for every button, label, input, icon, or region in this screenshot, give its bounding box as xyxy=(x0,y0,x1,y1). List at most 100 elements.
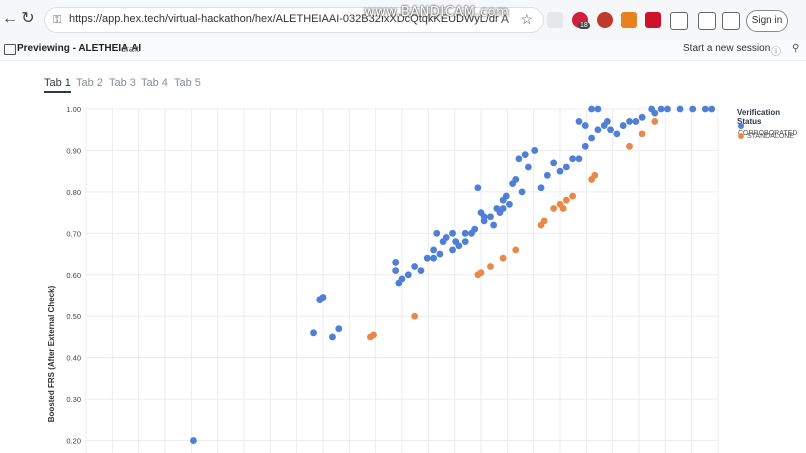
data-point-standalone[interactable] xyxy=(512,246,520,254)
data-point-standalone[interactable] xyxy=(651,118,659,125)
data-point-standalone[interactable] xyxy=(411,312,419,320)
data-point-corroborated[interactable] xyxy=(569,155,577,163)
tab-5[interactable]: Tab 5 xyxy=(174,77,201,89)
data-point-corroborated[interactable] xyxy=(436,250,444,258)
data-point-corroborated[interactable] xyxy=(619,122,627,129)
data-point-corroborated[interactable] xyxy=(607,126,614,134)
data-point-corroborated[interactable] xyxy=(310,329,317,337)
data-point-standalone[interactable] xyxy=(487,263,494,270)
data-point-corroborated[interactable] xyxy=(594,126,602,134)
data-point-corroborated[interactable] xyxy=(449,246,456,254)
data-point-corroborated[interactable] xyxy=(689,105,697,113)
tab-2[interactable]: Tab 2 xyxy=(76,77,103,89)
data-point-corroborated[interactable] xyxy=(701,105,709,113)
data-point-corroborated[interactable] xyxy=(575,118,583,125)
data-point-standalone[interactable] xyxy=(477,269,485,277)
data-point-standalone[interactable] xyxy=(569,192,577,200)
tomato-extension-icon[interactable] xyxy=(597,12,613,28)
data-point-corroborated[interactable] xyxy=(525,163,532,171)
data-point-corroborated[interactable] xyxy=(588,105,595,113)
data-point-corroborated[interactable] xyxy=(430,246,437,254)
site-info-icon[interactable]: ⚿ xyxy=(53,13,67,27)
data-point-corroborated[interactable] xyxy=(537,184,545,192)
data-point-corroborated[interactable] xyxy=(455,242,463,250)
data-point-corroborated[interactable] xyxy=(461,238,469,246)
data-point-corroborated[interactable] xyxy=(404,271,412,279)
data-point-corroborated[interactable] xyxy=(604,118,611,125)
data-point-corroborated[interactable] xyxy=(676,105,684,113)
data-point-standalone[interactable] xyxy=(626,142,633,150)
data-point-corroborated[interactable] xyxy=(449,229,456,237)
data-point-corroborated[interactable] xyxy=(502,192,510,200)
data-point-corroborated[interactable] xyxy=(506,200,513,208)
data-point-corroborated[interactable] xyxy=(613,130,621,138)
data-point-corroborated[interactable] xyxy=(480,213,488,221)
data-point-corroborated[interactable] xyxy=(430,254,437,262)
data-point-corroborated[interactable] xyxy=(626,118,633,125)
new-session-button[interactable]: Start a new session xyxy=(683,43,770,54)
data-point-corroborated[interactable] xyxy=(411,263,419,270)
data-point-corroborated[interactable] xyxy=(487,213,494,221)
data-point-corroborated[interactable] xyxy=(594,105,602,113)
metamask-fox-icon[interactable] xyxy=(621,12,637,28)
data-point-corroborated[interactable] xyxy=(550,159,558,167)
data-point-corroborated[interactable] xyxy=(471,225,479,233)
legend-item-standalone[interactable]: STANDALONE xyxy=(738,133,794,140)
data-point-corroborated[interactable] xyxy=(474,184,482,192)
data-point-corroborated[interactable] xyxy=(638,113,646,121)
sign-in-button[interactable]: Sign in xyxy=(746,10,788,32)
data-point-standalone[interactable] xyxy=(499,254,507,262)
tab-1[interactable]: Tab 1 xyxy=(44,77,71,93)
downloads-icon[interactable] xyxy=(722,12,740,30)
data-point-corroborated[interactable] xyxy=(531,147,539,154)
data-point-corroborated[interactable] xyxy=(512,176,520,183)
data-point-corroborated[interactable] xyxy=(562,163,570,171)
data-point-corroborated[interactable] xyxy=(392,258,400,266)
data-point-corroborated[interactable] xyxy=(575,155,583,163)
data-point-standalone[interactable] xyxy=(550,205,558,212)
tab-4[interactable]: Tab 4 xyxy=(141,77,168,89)
data-point-corroborated[interactable] xyxy=(518,188,526,196)
data-point-corroborated[interactable] xyxy=(657,105,665,113)
data-point-corroborated[interactable] xyxy=(329,333,336,341)
favorites-icon[interactable] xyxy=(698,12,716,30)
favorite-star-icon[interactable]: ☆ xyxy=(520,11,533,28)
extensions-puzzle-icon[interactable] xyxy=(670,12,688,30)
data-point-corroborated[interactable] xyxy=(335,325,343,333)
info-icon[interactable]: ⓘ xyxy=(771,43,781,58)
back-icon[interactable]: ← xyxy=(0,8,20,30)
data-point-corroborated[interactable] xyxy=(490,221,498,229)
data-point-corroborated[interactable] xyxy=(515,155,523,163)
data-point-standalone[interactable] xyxy=(559,205,567,212)
data-point-corroborated[interactable] xyxy=(543,171,551,179)
data-point-corroborated[interactable] xyxy=(461,229,469,237)
refresh-icon[interactable]: ↻ xyxy=(18,8,38,30)
data-point-standalone[interactable] xyxy=(370,331,377,339)
data-point-standalone[interactable] xyxy=(540,217,548,225)
data-point-standalone[interactable] xyxy=(591,171,599,179)
data-point-corroborated[interactable] xyxy=(417,267,425,275)
data-point-corroborated[interactable] xyxy=(190,437,197,444)
data-point-corroborated[interactable] xyxy=(392,267,400,275)
data-point-standalone[interactable] xyxy=(638,130,646,138)
extension-c-icon[interactable] xyxy=(645,12,661,28)
data-point-corroborated[interactable] xyxy=(499,205,507,212)
tab-3[interactable]: Tab 3 xyxy=(109,77,136,89)
data-point-standalone[interactable] xyxy=(562,196,570,204)
data-point-corroborated[interactable] xyxy=(319,294,327,301)
data-point-corroborated[interactable] xyxy=(664,105,671,113)
data-point-corroborated[interactable] xyxy=(521,151,529,158)
data-point-corroborated[interactable] xyxy=(588,134,595,142)
data-point-corroborated[interactable] xyxy=(581,122,589,129)
data-point-corroborated[interactable] xyxy=(632,118,640,125)
data-point-corroborated[interactable] xyxy=(556,167,564,175)
tab-actions-icon[interactable] xyxy=(547,12,563,28)
data-point-corroborated[interactable] xyxy=(442,234,450,241)
data-point-corroborated[interactable] xyxy=(433,229,441,237)
data-point-corroborated[interactable] xyxy=(581,142,589,150)
data-point-corroborated[interactable] xyxy=(651,109,659,117)
link-icon[interactable]: ⚲ xyxy=(792,43,799,54)
data-point-corroborated[interactable] xyxy=(398,275,406,283)
data-point-corroborated[interactable] xyxy=(708,105,716,113)
data-point-corroborated[interactable] xyxy=(423,254,431,262)
